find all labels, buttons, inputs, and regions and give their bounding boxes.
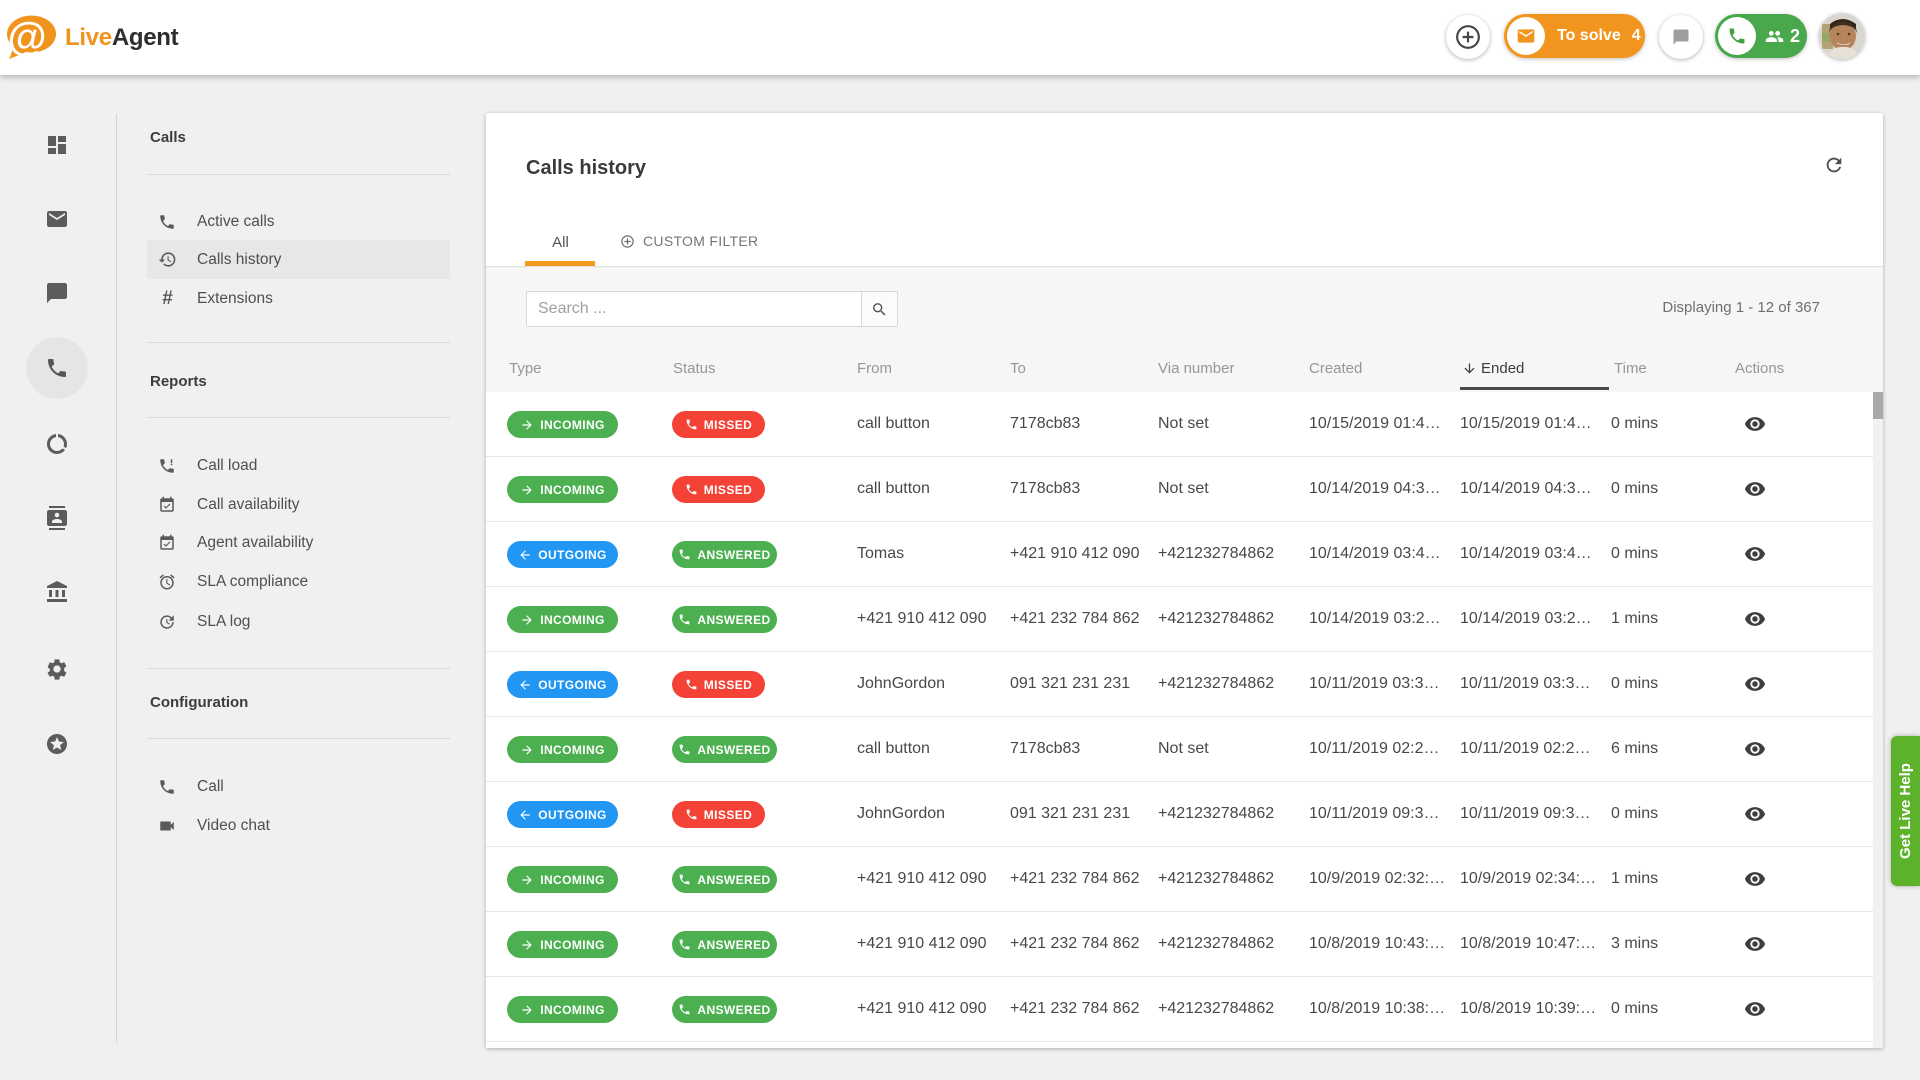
svg-text:@: @	[8, 15, 47, 59]
